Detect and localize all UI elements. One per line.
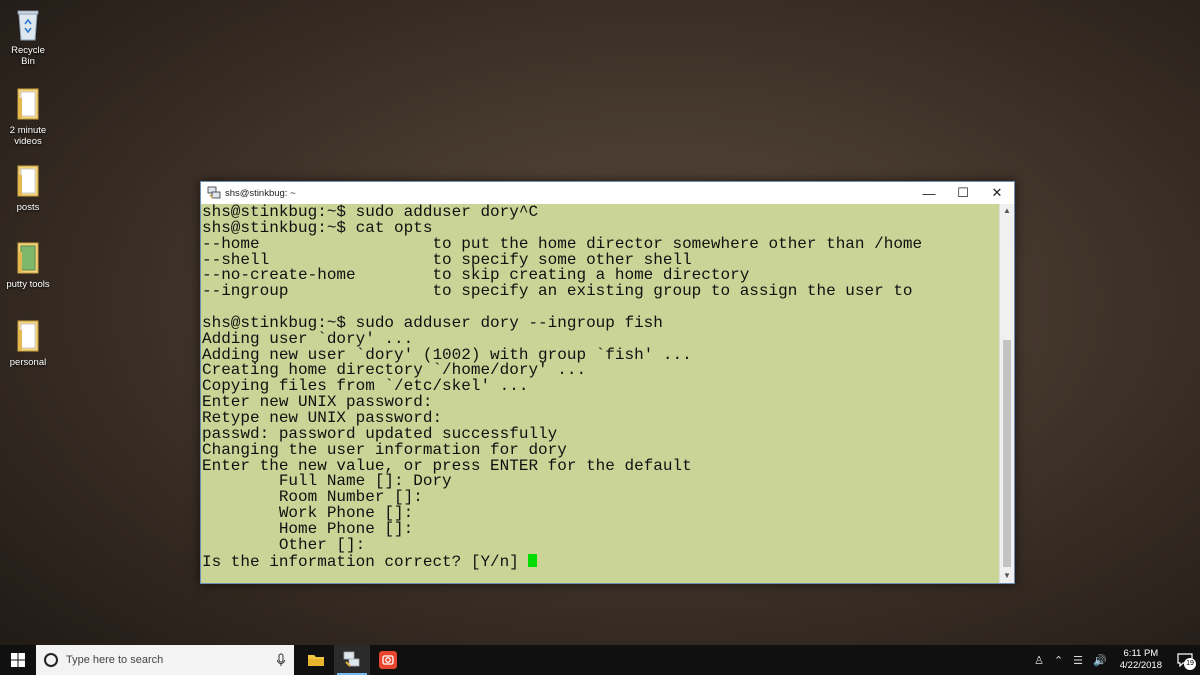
system-tray: ♙ ⌃ ☰ 🔊 6:11 PM 4/22/2018 19 bbox=[1029, 645, 1200, 675]
desktop-icon-recycle-bin[interactable]: Recycle Bin bbox=[3, 6, 53, 67]
terminal-cursor bbox=[528, 553, 538, 567]
terminal-text: shs@stinkbug:~$ sudo adduser dory^C shs@s… bbox=[201, 204, 999, 570]
maximize-button[interactable]: ☐ bbox=[946, 182, 980, 204]
putty-icon bbox=[343, 651, 360, 667]
folder-icon bbox=[17, 88, 39, 120]
search-placeholder: Type here to search bbox=[66, 654, 164, 666]
taskbar-app-file-explorer[interactable] bbox=[298, 645, 334, 675]
people-icon[interactable]: ♙ bbox=[1034, 654, 1044, 667]
scroll-up-arrow-icon[interactable]: ▲ bbox=[1000, 204, 1014, 218]
putty-icon bbox=[207, 186, 221, 199]
microphone-icon[interactable] bbox=[276, 653, 286, 667]
desktop-icon-label: posts bbox=[16, 202, 40, 213]
clock-date: 4/22/2018 bbox=[1119, 660, 1162, 671]
scrollbar-thumb[interactable] bbox=[1003, 340, 1011, 567]
scroll-down-arrow-icon[interactable]: ▼ bbox=[1000, 569, 1014, 583]
chevron-up-icon[interactable]: ⌃ bbox=[1054, 654, 1063, 667]
terminal-window[interactable]: shs@stinkbug: ~ — ☐ ✕ shs@stinkbug:~$ su… bbox=[200, 181, 1015, 584]
desktop-icon-putty-tools[interactable]: putty tools bbox=[3, 240, 53, 290]
window-titlebar[interactable]: shs@stinkbug: ~ — ☐ ✕ bbox=[201, 182, 1014, 204]
desktop-icon-2-minute-videos[interactable]: 2 minute videos bbox=[3, 86, 53, 147]
desktop-icon-posts[interactable]: posts bbox=[3, 163, 53, 213]
search-box[interactable]: Type here to search bbox=[36, 645, 294, 675]
windows-logo-icon bbox=[11, 653, 25, 667]
action-center-button[interactable]: 19 bbox=[1170, 645, 1200, 675]
taskbar-app-putty[interactable] bbox=[334, 645, 370, 675]
folder-icon bbox=[17, 165, 39, 197]
desktop-icon-label: putty tools bbox=[6, 279, 50, 290]
desktop-icon-personal[interactable]: personal bbox=[3, 318, 53, 368]
desktop-icon-label: personal bbox=[9, 357, 47, 368]
network-icon[interactable]: ☰ bbox=[1073, 654, 1083, 667]
clock-time: 6:11 PM bbox=[1123, 648, 1159, 659]
close-button[interactable]: ✕ bbox=[980, 182, 1014, 204]
prompt-text: Is the information correct? [Y/n] bbox=[202, 552, 529, 571]
notification-count: 19 bbox=[1184, 658, 1196, 670]
terminal-output[interactable]: shs@stinkbug:~$ sudo adduser dory^C shs@s… bbox=[201, 204, 999, 583]
taskbar-app-recorder[interactable] bbox=[370, 645, 406, 675]
folder-icon bbox=[308, 655, 324, 666]
desktop-icon-label: 2 minute videos bbox=[9, 125, 47, 147]
folder-icon bbox=[17, 320, 39, 352]
folder-icon bbox=[17, 242, 39, 274]
taskbar: Type here to search ♙ ⌃ ☰ 🔊 6:11 PM 4/22… bbox=[0, 645, 1200, 675]
camera-icon bbox=[379, 651, 397, 669]
terminal-line: --ingroup to specify an existing group t… bbox=[202, 282, 913, 301]
vertical-scrollbar[interactable]: ▲ ▼ bbox=[999, 204, 1014, 583]
desktop-icon-label: Recycle Bin bbox=[11, 45, 45, 67]
terminal-line: Other []: bbox=[202, 535, 366, 554]
terminal-prompt-line: Is the information correct? [Y/n] bbox=[202, 552, 999, 571]
volume-icon[interactable]: 🔊 bbox=[1093, 654, 1107, 667]
clock[interactable]: 6:11 PM 4/22/2018 bbox=[1120, 648, 1162, 672]
recycle-bin-icon bbox=[17, 10, 39, 41]
start-button[interactable] bbox=[0, 645, 36, 675]
window-title: shs@stinkbug: ~ bbox=[225, 187, 296, 199]
cortana-icon bbox=[44, 653, 58, 667]
minimize-button[interactable]: — bbox=[912, 182, 946, 204]
